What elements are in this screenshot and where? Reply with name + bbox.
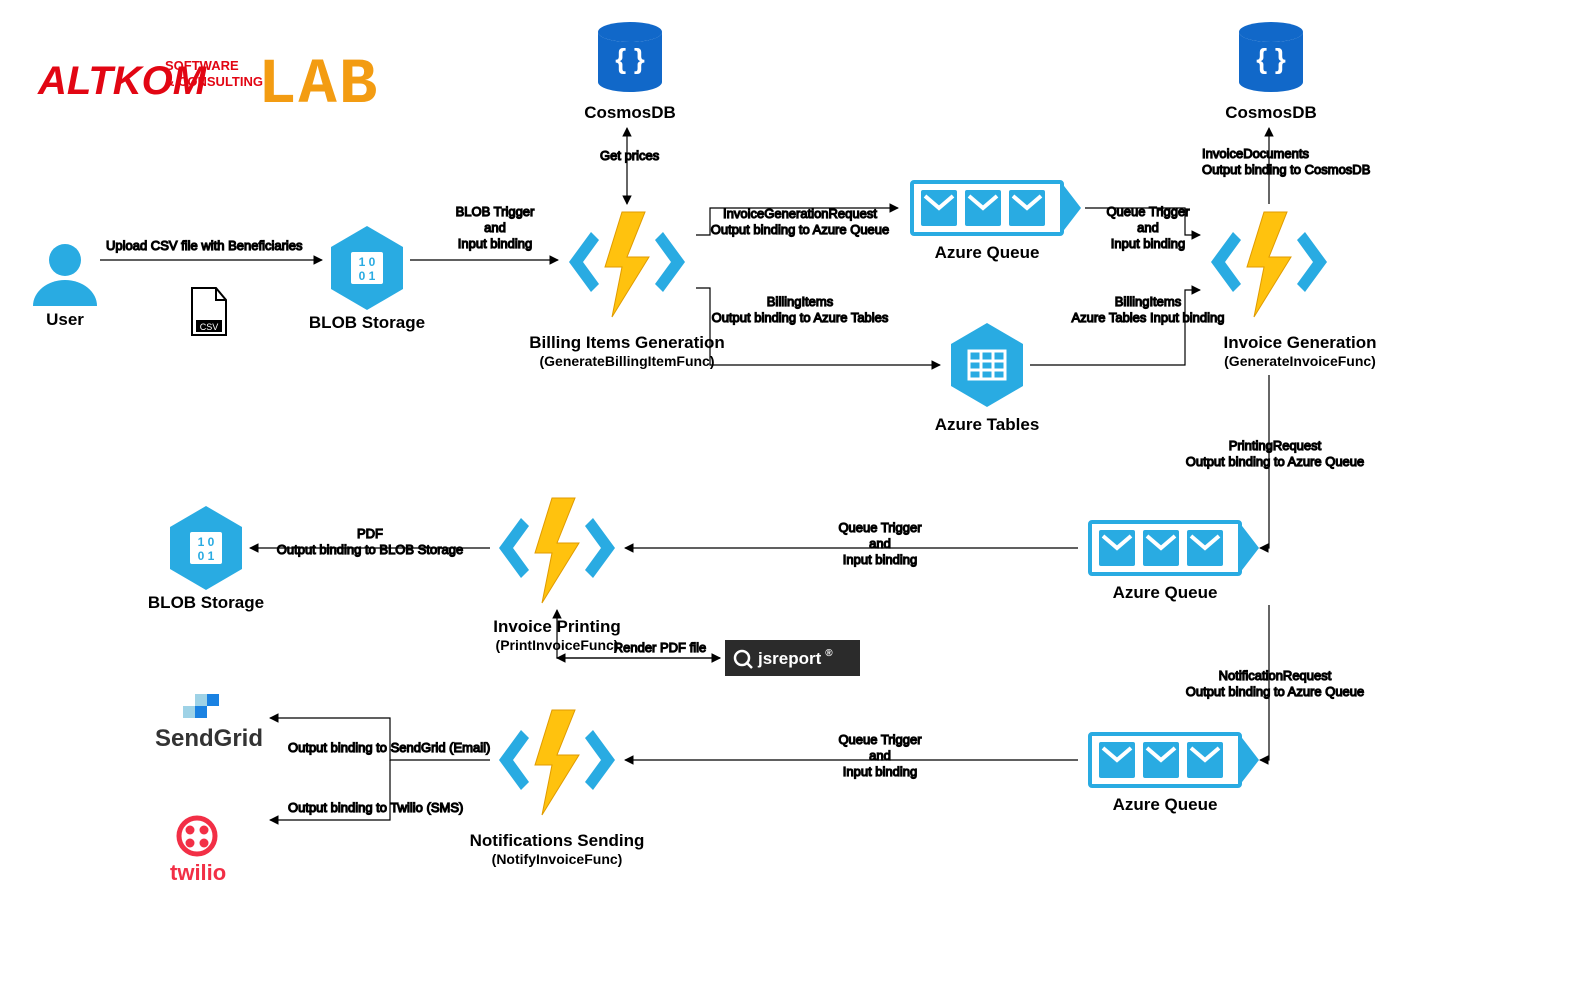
invoice-func-title: Invoice Generation (1223, 333, 1376, 352)
svg-text:twilio: twilio (170, 860, 226, 885)
cosmosdb-icon (598, 22, 662, 92)
svg-text:LAB: LAB (258, 50, 379, 122)
edge-label: Azure Tables Input binding (1072, 310, 1225, 325)
edge-label: Queue Trigger (1106, 204, 1190, 219)
edge-label: BLOB Trigger (456, 204, 535, 219)
azure-function-icon (499, 710, 615, 815)
edge-label: Output binding to SendGrid (Email) (288, 740, 490, 755)
jsreport-logo: jsreport® (725, 640, 860, 676)
azure-queue-icon (1090, 734, 1259, 786)
notify-func-title: Notifications Sending (470, 831, 645, 850)
edge-label: Get prices (600, 148, 660, 163)
sendgrid-logo: SendGrid (155, 694, 263, 752)
edge-label: Output binding to CosmosDB (1202, 162, 1370, 177)
azure-function-icon (569, 212, 685, 317)
azure-queue-label: Azure Queue (1113, 583, 1218, 602)
notify-func-sub: (NotifyInvoiceFunc) (492, 851, 623, 867)
blob-storage-icon (170, 506, 242, 590)
azure-function-icon (499, 498, 615, 603)
azure-queue-label: Azure Queue (935, 243, 1040, 262)
azure-tables-icon (951, 323, 1023, 407)
billing-func-title: Billing Items Generation (529, 333, 725, 352)
azure-queue-label: Azure Queue (1113, 795, 1218, 814)
azure-queue-icon (1090, 522, 1259, 574)
lab-logo: LAB (258, 50, 379, 122)
user-icon (33, 244, 97, 306)
edge-label: Queue Trigger (838, 732, 922, 747)
edge-label: PrintingRequest (1229, 438, 1322, 453)
edge-label: and (869, 536, 891, 551)
azure-tables-label: Azure Tables (935, 415, 1040, 434)
blob-storage-label: BLOB Storage (309, 313, 425, 332)
edge-label: and (869, 748, 891, 763)
edge-label: Queue Trigger (838, 520, 922, 535)
edge-label: and (1137, 220, 1159, 235)
cosmosdb-label: CosmosDB (584, 103, 676, 122)
edge-label: Output binding to Azure Tables (712, 310, 889, 325)
altkom-logo: ALTKOM SOFTWARE & CONSULTING (37, 58, 263, 103)
edge-label: Output binding to Azure Queue (711, 222, 890, 237)
edge-label: Input binding (843, 552, 917, 567)
cosmosdb-icon (1239, 22, 1303, 92)
edge-label: Output binding to Azure Queue (1186, 454, 1365, 469)
svg-text:CSV: CSV (200, 322, 219, 332)
edge-label: and (484, 220, 506, 235)
edge-label: Upload CSV file with Beneficiaries (106, 238, 303, 253)
edge-label: PDF (357, 526, 383, 541)
azure-function-icon (1211, 212, 1327, 317)
edge-label: Output binding to BLOB Storage (277, 542, 463, 557)
edge-label: Input binding (458, 236, 532, 251)
cosmosdb-label: CosmosDB (1225, 103, 1317, 122)
edge-label: BillingItems (767, 294, 834, 309)
svg-text:SOFTWARE: SOFTWARE (165, 58, 239, 73)
edge-label: Render PDF file (614, 640, 706, 655)
svg-text:& CONSULTING: & CONSULTING (165, 74, 263, 89)
azure-queue-icon (912, 182, 1081, 234)
edge-label: InvoiceGenerationRequest (723, 206, 877, 221)
blob-storage-icon (331, 226, 403, 310)
edge-label: Output binding to Twilio (SMS) (288, 800, 463, 815)
csv-file-icon: CSV (192, 288, 226, 335)
svg-text:SendGrid: SendGrid (155, 725, 263, 752)
edge-label: BillingItems (1115, 294, 1182, 309)
billing-func-sub: (GenerateBillingItemFunc) (539, 353, 714, 369)
edge-label: NotificationRequest (1219, 668, 1332, 683)
blob-storage-label: BLOB Storage (148, 593, 264, 612)
twilio-logo: twilio (170, 818, 226, 885)
edge-label: Input binding (843, 764, 917, 779)
invoice-func-sub: (GenerateInvoiceFunc) (1224, 353, 1376, 369)
user-label: User (46, 310, 84, 329)
edge-label: Output binding to Azure Queue (1186, 684, 1365, 699)
edge-label: Input binding (1111, 236, 1185, 251)
edge-label: InvoiceDocuments (1202, 146, 1309, 161)
